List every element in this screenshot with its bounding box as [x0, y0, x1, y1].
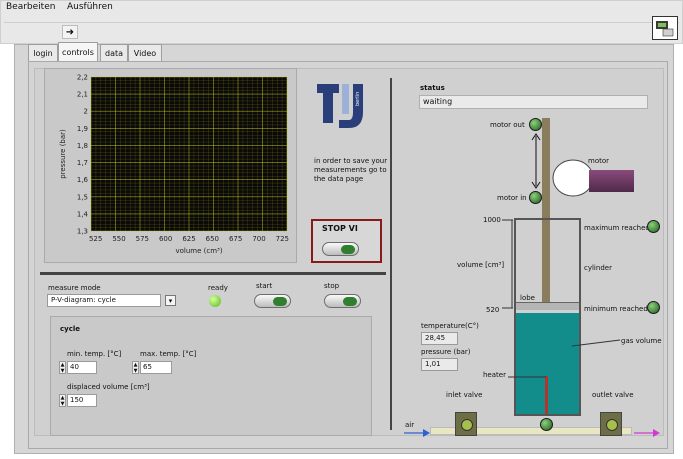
outlet-valve-label: outlet valve — [592, 391, 634, 399]
run-arrow-icon[interactable]: ➜ — [62, 25, 78, 39]
air-in-arrow-icon — [404, 429, 430, 437]
measure-mode-label: measure mode — [48, 284, 101, 292]
app-icon — [652, 16, 678, 40]
volume-max-label: 1000 — [483, 216, 501, 224]
inlet-valve[interactable] — [455, 412, 477, 436]
heater-pointer — [508, 376, 546, 378]
cylinder-label: cylinder — [584, 264, 612, 272]
displaced-volume-input[interactable]: 150 — [67, 394, 97, 407]
x-tick-label: 675 — [229, 235, 242, 243]
valve-indicator-icon — [606, 419, 618, 431]
horizontal-divider — [40, 272, 386, 275]
x-tick-label: 550 — [112, 235, 125, 243]
displaced-volume-spinner[interactable]: ▲ ▼ — [59, 394, 66, 407]
maximum-led — [647, 220, 660, 233]
save-note: in order to save your measurements go to… — [314, 157, 388, 183]
min-temp-label: min. temp. [°C] — [67, 350, 122, 358]
motor-label: motor — [588, 157, 610, 165]
x-tick-label: 525 — [89, 235, 102, 243]
max-temp-input[interactable]: 65 — [140, 361, 172, 374]
volume-label: volume [cm³] — [457, 261, 505, 269]
max-temp-spinner[interactable]: ▲ ▼ — [132, 361, 139, 374]
x-tick-label: 575 — [136, 235, 149, 243]
motor-out-button[interactable] — [529, 118, 542, 131]
ready-led — [209, 295, 221, 307]
logo-text: berlin — [355, 92, 361, 106]
button-led-icon — [343, 297, 357, 306]
y-tick-label: 1,9 — [77, 125, 88, 133]
max-temp-label: max. temp. [°C] — [140, 350, 197, 358]
lobe-label: lobe — [520, 294, 535, 302]
tab-video[interactable]: Video — [128, 44, 162, 62]
vertical-divider — [390, 78, 392, 430]
y-tick-label: 2,1 — [77, 91, 88, 99]
pv-chart: 525 550 575 600 625 650 675 700 725 2,2 2,1 2 1,9 1,8… — [59, 74, 289, 256]
status-field: waiting — [419, 95, 648, 109]
x-tick-label: 725 — [276, 235, 289, 243]
tab-data[interactable]: data — [100, 44, 128, 62]
y-tick-label: 1,5 — [77, 193, 88, 201]
temperature-value: 28,45 — [421, 332, 458, 345]
y-tick-label: 1,8 — [77, 142, 88, 150]
y-tick-label: 2,2 — [77, 74, 88, 82]
motor-in-label: motor in — [497, 194, 527, 202]
maximum-label: maximum reached — [584, 224, 650, 232]
toolbar — [4, 22, 679, 44]
x-axis-label: volume (cm³) — [175, 247, 222, 255]
ready-label: ready — [208, 284, 228, 292]
status-label: status — [420, 84, 445, 92]
button-led-icon — [273, 297, 287, 306]
menu-bearbeiten[interactable]: Bearbeiten — [6, 2, 55, 12]
motor-out-label: motor out — [490, 121, 525, 129]
min-temp-input[interactable]: 40 — [67, 361, 97, 374]
button-led-icon — [341, 245, 355, 254]
piston — [516, 302, 579, 310]
gas-pointer — [571, 339, 621, 347]
x-tick-label: 600 — [159, 235, 172, 243]
heater-label: heater — [483, 371, 506, 379]
heater-element — [545, 376, 548, 414]
tab-controls[interactable]: controls — [58, 42, 98, 61]
cycle-title: cycle — [60, 325, 81, 333]
air-out-arrow-icon — [634, 429, 660, 437]
x-tick-label: 650 — [206, 235, 219, 243]
double-arrow-icon — [531, 133, 541, 189]
y-tick-label: 1,6 — [77, 176, 89, 184]
tu-berlin-logo: berlin — [313, 78, 369, 134]
minimum-label: minimum reached — [584, 305, 648, 313]
min-temp-spinner[interactable]: ▲ ▼ — [59, 361, 66, 374]
motor-body — [589, 170, 634, 192]
y-tick-label: 1,4 — [77, 210, 89, 218]
motor-in-button[interactable] — [529, 191, 542, 204]
tab-login[interactable]: login — [28, 44, 58, 62]
stop-vi-button[interactable] — [322, 242, 359, 256]
start-label: start — [256, 282, 273, 290]
stop-label: stop — [324, 282, 340, 290]
center-valve-led — [540, 418, 553, 431]
outlet-valve[interactable] — [600, 412, 622, 436]
pressure-value: 1,01 — [421, 358, 458, 371]
dropdown-icon[interactable]: ▾ — [165, 295, 176, 306]
cycle-box — [50, 316, 372, 436]
y-axis-label: pressure (bar) — [59, 129, 67, 179]
y-tick-label: 1,3 — [77, 228, 88, 236]
menu-ausfuehren[interactable]: Ausführen — [67, 2, 113, 12]
x-tick-label: 625 — [182, 235, 195, 243]
stop-button[interactable] — [324, 294, 361, 308]
y-tick-label: 2 — [84, 108, 88, 116]
start-button[interactable] — [254, 294, 291, 308]
pressure-label: pressure (bar) — [421, 348, 471, 356]
valve-indicator-icon — [461, 419, 473, 431]
volume-min-label: 520 — [486, 306, 500, 314]
measure-mode-select[interactable]: P-V-diagram: cycle — [47, 294, 161, 307]
stop-vi-label: STOP VI — [322, 224, 358, 233]
displaced-volume-label: displaced volume [cm³] — [67, 383, 150, 391]
inlet-valve-label: inlet valve — [446, 391, 483, 399]
x-tick-label: 700 — [252, 235, 265, 243]
y-tick-label: 1,7 — [77, 159, 88, 167]
minimum-led — [647, 301, 660, 314]
temperature-label: temperature(C°) — [421, 322, 479, 330]
gas-volume-label: gas volume — [621, 337, 662, 345]
pv-chart-frame: 525 550 575 600 625 650 675 700 725 2,2 2,1 2 1,9 1,8… — [44, 68, 297, 263]
